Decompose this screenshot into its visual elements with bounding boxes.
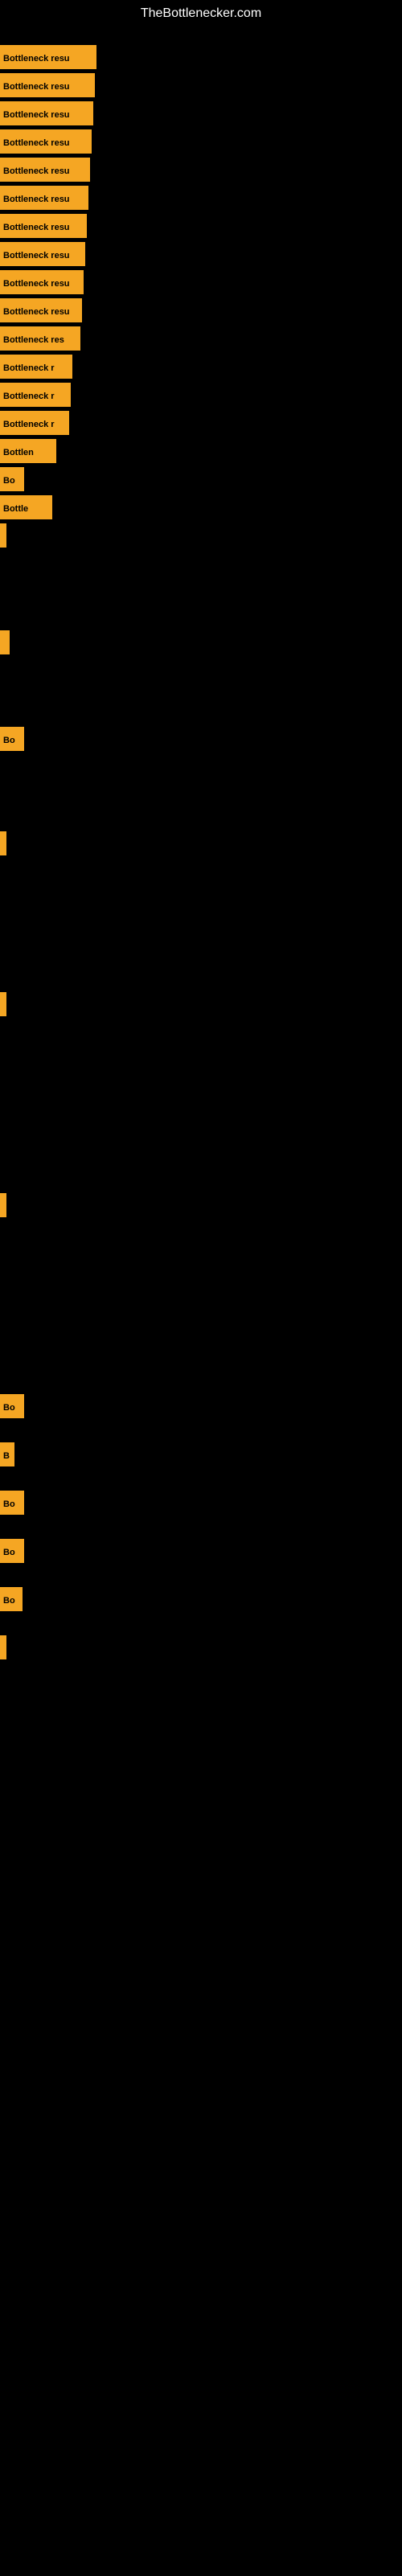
bar-row-1: Bottleneck resu [0,73,95,97]
bar-row-10: Bottleneck res [0,326,80,351]
bar-row-19: Bo [0,727,24,751]
bar-row-11: Bottleneck r [0,355,72,379]
bar-row-26: Bo [0,1539,24,1563]
bar-row-6: Bottleneck resu [0,214,87,238]
bar-label-2: Bottleneck resu [0,101,93,125]
bar-label-6: Bottleneck resu [0,214,87,238]
bar-label-12: Bottleneck r [0,383,71,407]
bar-label-9: Bottleneck resu [0,298,82,322]
bar-row-23: Bo [0,1394,24,1418]
bar-label-28 [0,1635,6,1659]
bar-label-19: Bo [0,727,24,751]
bar-row-13: Bottleneck r [0,411,69,435]
bar-label-15: Bo [0,467,24,491]
bar-label-27: Bo [0,1587,23,1611]
bar-row-7: Bottleneck resu [0,242,85,266]
bar-label-18 [0,630,10,654]
bar-row-14: Bottlen [0,439,56,463]
bar-row-16: Bottle [0,495,52,519]
site-title: TheBottlenecker.com [0,0,402,27]
bar-row-0: Bottleneck resu [0,45,96,69]
bar-row-9: Bottleneck resu [0,298,82,322]
bar-label-24: B [0,1442,14,1466]
bar-row-12: Bottleneck r [0,383,71,407]
bar-label-10: Bottleneck res [0,326,80,351]
bar-row-21 [0,992,6,1016]
bar-label-13: Bottleneck r [0,411,69,435]
bar-label-5: Bottleneck resu [0,186,88,210]
bar-row-25: Bo [0,1491,24,1515]
bar-row-5: Bottleneck resu [0,186,88,210]
bar-label-26: Bo [0,1539,24,1563]
bar-label-3: Bottleneck resu [0,129,92,154]
bar-row-28 [0,1635,6,1659]
bar-label-20 [0,831,6,855]
bar-row-18 [0,630,10,654]
bar-label-7: Bottleneck resu [0,242,85,266]
bar-row-4: Bottleneck resu [0,158,90,182]
bar-row-15: Bo [0,467,24,491]
bar-label-11: Bottleneck r [0,355,72,379]
bar-label-22 [0,1193,6,1217]
bar-label-21 [0,992,6,1016]
bar-label-8: Bottleneck resu [0,270,84,294]
bar-label-25: Bo [0,1491,24,1515]
bar-label-1: Bottleneck resu [0,73,95,97]
bar-label-0: Bottleneck resu [0,45,96,69]
bar-row-2: Bottleneck resu [0,101,93,125]
bar-row-24: B [0,1442,14,1466]
bar-row-17 [0,523,6,548]
bar-label-16: Bottle [0,495,52,519]
bar-label-23: Bo [0,1394,24,1418]
bar-label-4: Bottleneck resu [0,158,90,182]
bar-row-8: Bottleneck resu [0,270,84,294]
bar-row-20 [0,831,6,855]
bar-row-27: Bo [0,1587,23,1611]
bar-row-22 [0,1193,6,1217]
bar-row-3: Bottleneck resu [0,129,92,154]
bar-label-17 [0,523,6,548]
bar-label-14: Bottlen [0,439,56,463]
